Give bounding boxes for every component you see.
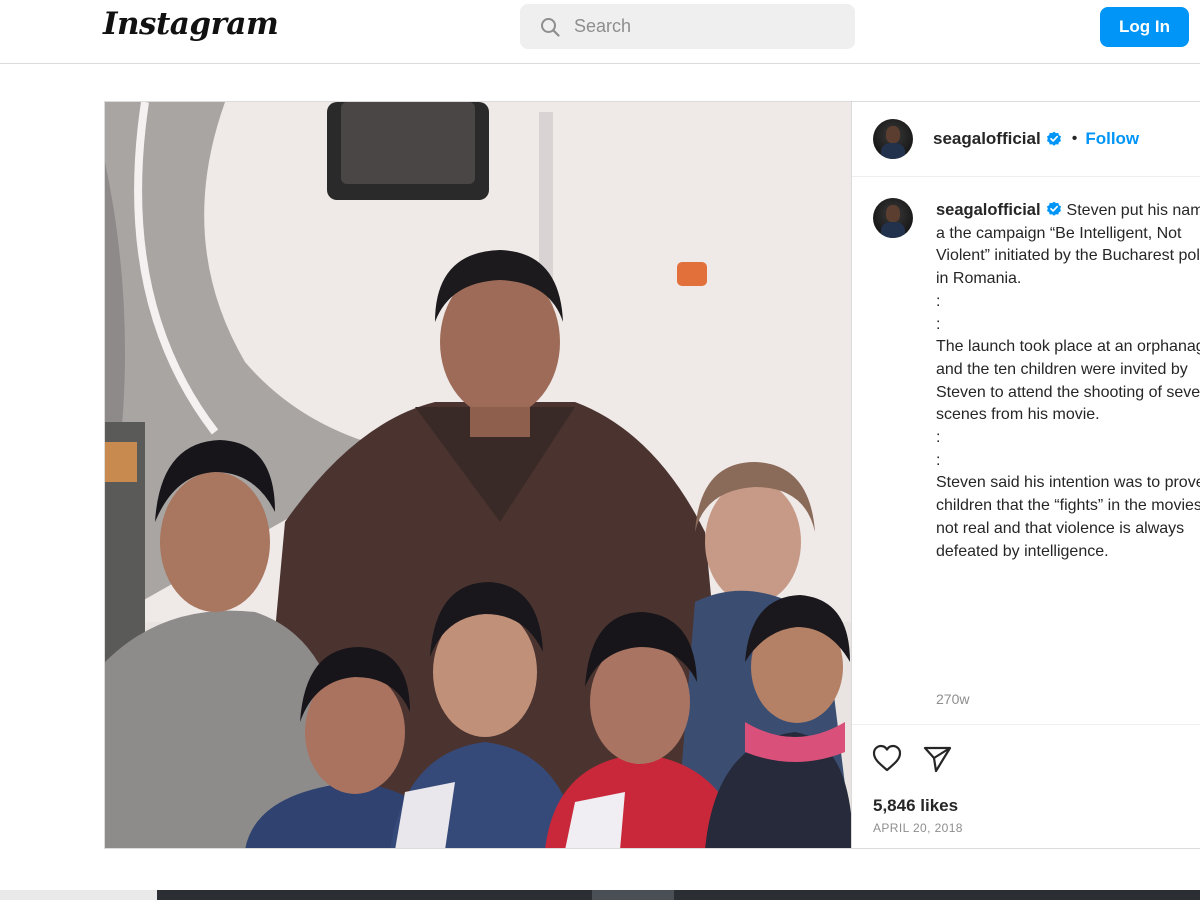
caption: seagalofficial Steven put his name to a … xyxy=(936,199,1200,563)
post-actions: 5,846 likes APRIL 20, 2018 xyxy=(852,724,1200,848)
follow-button[interactable]: Follow xyxy=(1085,129,1139,149)
post-image xyxy=(105,102,851,848)
caption-section: seagalofficial Steven put his name to a … xyxy=(852,178,1200,723)
heart-icon[interactable] xyxy=(872,744,902,772)
login-button[interactable]: Log In xyxy=(1100,7,1189,47)
author-username[interactable]: seagalofficial xyxy=(933,129,1041,149)
share-icon[interactable] xyxy=(923,745,953,773)
likes-count[interactable]: 5,846 likes xyxy=(873,796,958,816)
caption-verified-badge-icon xyxy=(1046,201,1061,216)
instagram-logo[interactable]: Instagram xyxy=(103,6,279,42)
post-header: seagalofficial • Follow xyxy=(852,102,1200,177)
bottom-strip-segment xyxy=(0,890,157,900)
separator-dot: • xyxy=(1071,130,1078,147)
caption-author-username[interactable]: seagalofficial xyxy=(936,201,1041,219)
top-navigation-bar: Instagram Log In xyxy=(0,0,1200,64)
search-icon xyxy=(541,17,560,37)
post-time-ago[interactable]: 270w xyxy=(936,691,969,707)
bottom-strip-segment xyxy=(592,890,674,900)
caption-author-avatar[interactable] xyxy=(873,198,913,238)
post-photo[interactable] xyxy=(104,101,852,849)
search-box[interactable] xyxy=(520,4,855,49)
post-date: APRIL 20, 2018 xyxy=(873,821,963,835)
caption-text: Steven put his name to a the campaign “B… xyxy=(936,202,1200,560)
verified-badge-icon xyxy=(1046,131,1061,146)
author-avatar[interactable] xyxy=(873,119,913,159)
search-input[interactable] xyxy=(574,16,834,37)
bottom-strip xyxy=(0,890,1200,900)
post-side-panel: seagalofficial • Follow seagalofficial S… xyxy=(852,101,1200,849)
